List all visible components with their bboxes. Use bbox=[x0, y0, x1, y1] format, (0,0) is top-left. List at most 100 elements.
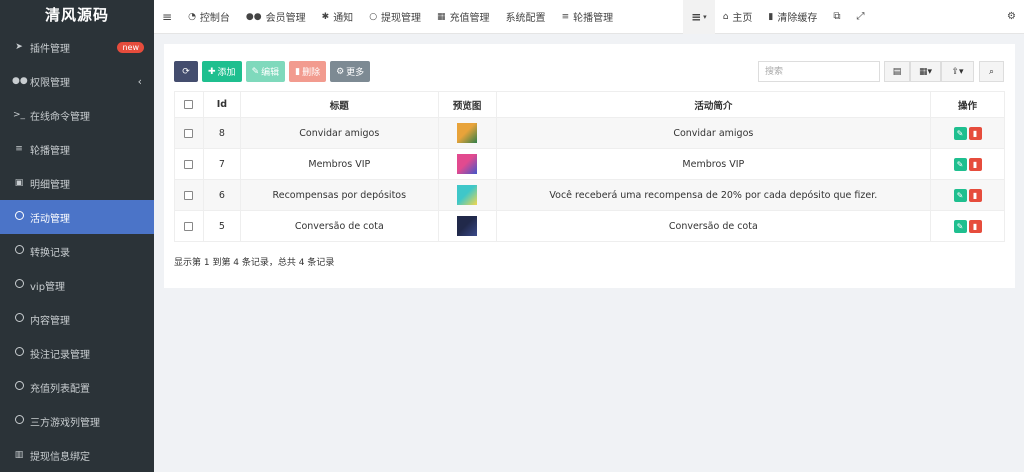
sidebar-item-permissions[interactable]: ●● 权限管理 ‹ bbox=[0, 64, 154, 98]
sidebar-item-label: 内容管理 bbox=[30, 315, 70, 327]
dashboard-icon: ◔ bbox=[188, 11, 196, 22]
edit-row-button[interactable]: ✎ bbox=[953, 219, 967, 233]
sidebar-item-label: 权限管理 bbox=[30, 77, 70, 89]
activity-table: Id 标题 预览图 活动简介 操作 8 Convidar amigos Conv… bbox=[174, 91, 1005, 242]
column-header-summary[interactable]: 活动简介 bbox=[495, 91, 932, 118]
cell-summary: Convidar amigos bbox=[495, 117, 932, 149]
home-icon: ⌂ bbox=[722, 11, 729, 22]
cell-title: Conversão de cota bbox=[239, 210, 439, 242]
nav-carousel[interactable]: ≡ 轮播管理 bbox=[554, 0, 622, 34]
sidebar-item-withdraw-binding[interactable]: ▥ 提现信息绑定 bbox=[0, 438, 154, 472]
menu-toggle-button[interactable]: ≡ bbox=[154, 0, 180, 34]
list-icon: ≡ bbox=[15, 144, 23, 154]
nav-label: 轮播管理 bbox=[573, 13, 614, 24]
card-view-button[interactable]: ▤ bbox=[884, 61, 910, 82]
expand-icon: ⤢ bbox=[856, 11, 865, 22]
circle-icon bbox=[12, 211, 26, 223]
bank-icon: ▥ bbox=[14, 450, 24, 460]
calendar-icon: ▣ bbox=[14, 178, 24, 188]
row-checkbox[interactable] bbox=[184, 221, 194, 231]
delete-row-button[interactable]: ▮ bbox=[968, 126, 982, 140]
sidebar-item-recharge-config[interactable]: 充值列表配置 bbox=[0, 370, 154, 404]
columns-button[interactable]: ▦▾ bbox=[910, 61, 941, 82]
sidebar-menu: ➤ 插件管理 new ●● 权限管理 ‹ >_ 在线命令管理 ≡ 轮播管理 ▣ … bbox=[0, 30, 154, 472]
nav-recharge[interactable]: ▦ 充值管理 bbox=[429, 0, 498, 34]
circle-icon bbox=[12, 381, 26, 393]
nav-dropdown-button[interactable]: ≡ ▾ bbox=[683, 0, 715, 34]
sidebar-item-commands[interactable]: >_ 在线命令管理 bbox=[0, 98, 154, 132]
edit-row-button[interactable]: ✎ bbox=[953, 157, 967, 171]
search-icon: ⌕ bbox=[988, 66, 995, 77]
sidebar-item-vip[interactable]: vip管理 bbox=[0, 268, 154, 302]
add-label: 添加 bbox=[217, 68, 236, 78]
clear-cache-button[interactable]: ▮ 清除缓存 bbox=[760, 0, 825, 34]
nav-label: 通知 bbox=[333, 13, 354, 24]
clear-cache-label: 清除缓存 bbox=[777, 13, 818, 24]
sidebar-item-third-party-games[interactable]: 三方游戏列管理 bbox=[0, 404, 154, 438]
circle-icon: ○ bbox=[369, 11, 378, 22]
search-button[interactable]: ⌕ bbox=[979, 61, 1004, 82]
circle-icon bbox=[12, 313, 26, 325]
table-row: 6 Recompensas por depósitos Você receber… bbox=[174, 179, 1005, 211]
column-header-title[interactable]: 标题 bbox=[239, 91, 439, 118]
sidebar-item-activities[interactable]: 活动管理 bbox=[0, 200, 154, 234]
sidebar-item-plugins[interactable]: ➤ 插件管理 new bbox=[0, 30, 154, 64]
preview-image[interactable] bbox=[457, 154, 478, 174]
edit-row-button[interactable]: ✎ bbox=[953, 126, 967, 140]
preview-image[interactable] bbox=[457, 123, 478, 143]
nav-label: 会员管理 bbox=[265, 13, 306, 24]
nav-notify[interactable]: ✱ 通知 bbox=[314, 0, 362, 34]
select-all-cell bbox=[174, 91, 204, 118]
cell-id: 8 bbox=[202, 117, 241, 149]
circle-icon bbox=[12, 245, 26, 257]
translate-icon: ⧉ bbox=[833, 11, 841, 22]
sidebar-item-label: 插件管理 bbox=[30, 43, 70, 55]
fullscreen-button[interactable]: ⤢ bbox=[849, 0, 873, 34]
translate-button[interactable]: ⧉ bbox=[825, 0, 848, 34]
cell-id: 7 bbox=[202, 148, 241, 180]
search-input[interactable] bbox=[758, 61, 880, 82]
content-panel: ⟳ ✚ 添加 ✎ 编辑 ▮ 删除 ⚙ 更多 ▤ ▦▾ ⇪▾ ⌕ bbox=[164, 44, 1015, 288]
export-button[interactable]: ⇪▾ bbox=[941, 61, 974, 82]
circle-icon bbox=[12, 415, 26, 427]
select-all-checkbox[interactable] bbox=[184, 100, 194, 109]
more-button[interactable]: ⚙ 更多 bbox=[330, 61, 371, 82]
users-icon: ●● bbox=[245, 11, 262, 22]
edit-button[interactable]: ✎ 编辑 bbox=[245, 61, 286, 82]
table-row: 5 Conversão de cota Conversão de cota ✎ ▮ bbox=[174, 210, 1005, 242]
table-header-row: Id 标题 预览图 活动简介 操作 bbox=[174, 91, 1005, 118]
sidebar-item-conversions[interactable]: 转换记录 bbox=[0, 234, 154, 268]
column-header-id[interactable]: Id bbox=[202, 91, 241, 118]
chevron-left-icon: ‹ bbox=[137, 74, 142, 88]
nav-system-config[interactable]: 系统配置 bbox=[498, 0, 554, 34]
add-button[interactable]: ✚ 添加 bbox=[202, 61, 242, 82]
refresh-button[interactable]: ⟳ bbox=[174, 61, 198, 82]
row-checkbox[interactable] bbox=[184, 190, 194, 200]
sidebar-item-content[interactable]: 内容管理 bbox=[0, 302, 154, 336]
sidebar-item-details[interactable]: ▣ 明细管理 bbox=[0, 166, 154, 200]
nav-withdraw[interactable]: ○ 提现管理 bbox=[361, 0, 429, 34]
delete-row-button[interactable]: ▮ bbox=[968, 157, 982, 171]
nav-dashboard[interactable]: ◔ 控制台 bbox=[180, 0, 238, 34]
delete-row-button[interactable]: ▮ bbox=[968, 219, 982, 233]
nav-members[interactable]: ●● 会员管理 bbox=[238, 0, 314, 34]
sidebar-item-label: 投注记录管理 bbox=[30, 349, 90, 361]
sidebar-item-label: 在线命令管理 bbox=[30, 111, 90, 123]
preview-image[interactable] bbox=[457, 185, 478, 205]
table-row: 8 Convidar amigos Convidar amigos ✎ ▮ bbox=[174, 117, 1005, 149]
row-checkbox[interactable] bbox=[184, 128, 194, 138]
sidebar-item-label: 活动管理 bbox=[30, 213, 70, 225]
table-toolbar: ⟳ ✚ 添加 ✎ 编辑 ▮ 删除 ⚙ 更多 bbox=[174, 61, 374, 82]
sidebar-item-carousel[interactable]: ≡ 轮播管理 bbox=[0, 132, 154, 166]
users-icon: ●● bbox=[12, 76, 28, 86]
delete-button[interactable]: ▮ 删除 bbox=[289, 61, 327, 82]
column-header-preview[interactable]: 预览图 bbox=[437, 91, 497, 118]
delete-row-button[interactable]: ▮ bbox=[968, 188, 982, 202]
home-link[interactable]: ⌂ 主页 bbox=[715, 0, 761, 34]
edit-row-button[interactable]: ✎ bbox=[953, 188, 967, 202]
preview-image[interactable] bbox=[457, 216, 478, 236]
hamburger-icon: ≡ bbox=[162, 9, 173, 24]
row-checkbox[interactable] bbox=[184, 159, 194, 169]
sidebar-item-bets[interactable]: 投注记录管理 bbox=[0, 336, 154, 370]
settings-button[interactable]: ⚙ bbox=[999, 0, 1024, 34]
